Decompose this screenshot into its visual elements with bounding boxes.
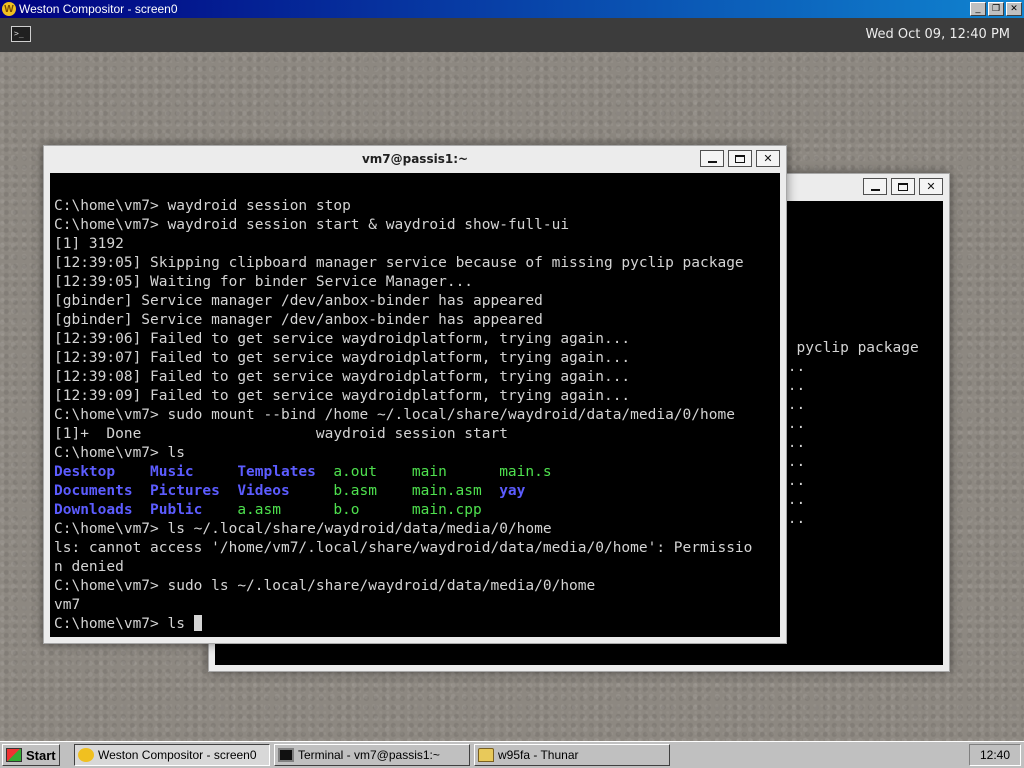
ls-entry: b.o bbox=[333, 502, 360, 518]
maximize-icon bbox=[898, 182, 908, 191]
background-maximize-button[interactable] bbox=[891, 178, 915, 195]
terminal-line: C:\home\vm7> waydroid session start & wa… bbox=[54, 217, 570, 233]
foreground-window-title: vm7@passis1:~ bbox=[361, 152, 469, 166]
taskbar-item-label: Terminal - vm7@passis1:~ bbox=[298, 748, 440, 762]
panel-clock: Wed Oct 09, 12:40 PM bbox=[865, 27, 1010, 42]
ls-entry: yay bbox=[499, 483, 526, 499]
terminal-line: [12:39:09] Failed to get service waydroi… bbox=[54, 388, 631, 404]
ls-entry: Documents bbox=[54, 483, 133, 499]
ls-entry: main bbox=[411, 464, 447, 480]
terminal-cursor bbox=[193, 615, 202, 631]
terminal-line: g pyclip package bbox=[779, 340, 919, 356]
start-button[interactable]: Start bbox=[2, 744, 60, 766]
maximize-icon bbox=[735, 154, 745, 163]
terminal-line: ... bbox=[779, 397, 806, 413]
ls-entry: b.asm bbox=[333, 483, 377, 499]
ls-output-row: Downloads Public a.asm b.o main.cpp bbox=[54, 501, 780, 520]
taskbar-item-weston[interactable]: Weston Compositor - screen0 bbox=[74, 744, 270, 766]
terminal-line: vm7 bbox=[54, 597, 81, 613]
system-tray-clock: 12:40 bbox=[969, 744, 1021, 766]
host-window-titlebar: W Weston Compositor - screen0 _ ❐ ✕ bbox=[0, 0, 1024, 18]
folder-icon bbox=[478, 748, 494, 762]
terminal-line: ... bbox=[779, 492, 806, 508]
terminal-line: ... bbox=[779, 416, 806, 432]
ls-entry: Pictures bbox=[150, 483, 220, 499]
background-minimize-button[interactable] bbox=[863, 178, 887, 195]
ls-entry: Music bbox=[150, 464, 194, 480]
taskbar-item-label: w95fa - Thunar bbox=[498, 748, 579, 762]
taskbar: Start Weston Compositor - screen0 Termin… bbox=[0, 741, 1024, 768]
terminal-line: C:\home\vm7> waydroid session stop bbox=[54, 198, 351, 214]
terminal-line: ... bbox=[779, 473, 806, 489]
foreground-close-button[interactable]: ✕ bbox=[756, 150, 780, 167]
terminal-launcher-icon[interactable]: >_ bbox=[11, 26, 31, 42]
terminal-line: C:\home\vm7> sudo mount --bind /home ~/.… bbox=[54, 407, 735, 423]
taskbar-item-terminal[interactable]: Terminal - vm7@passis1:~ bbox=[274, 744, 470, 766]
minimize-icon bbox=[870, 188, 880, 191]
terminal-line: ls: cannot access '/home/vm7/.local/shar… bbox=[54, 540, 753, 556]
foreground-terminal-screen[interactable]: C:\home\vm7> waydroid session stop C:\hom… bbox=[50, 173, 780, 637]
taskbar-item-thunar[interactable]: w95fa - Thunar bbox=[474, 744, 670, 766]
foreground-terminal-window[interactable]: vm7@passis1:~ ✕ C:\home\vm7> waydroid se… bbox=[43, 145, 787, 644]
ls-entry: Downloads bbox=[54, 502, 133, 518]
minimize-icon bbox=[707, 160, 717, 163]
weston-icon bbox=[78, 748, 94, 762]
terminal-line: [12:39:07] Failed to get service waydroi… bbox=[54, 350, 631, 366]
terminal-line: [12:39:08] Failed to get service waydroi… bbox=[54, 369, 631, 385]
host-close-button[interactable]: ✕ bbox=[1006, 2, 1022, 16]
terminal-line: ... bbox=[779, 511, 806, 527]
weston-panel: >_ Wed Oct 09, 12:40 PM bbox=[0, 18, 1024, 52]
host-minimize-button[interactable]: _ bbox=[970, 2, 986, 16]
terminal-line: [1] 3192 bbox=[54, 236, 124, 252]
terminal-line: ... bbox=[779, 359, 806, 375]
terminal-line: [12:39:05] Waiting for binder Service Ma… bbox=[54, 274, 474, 290]
host-window-title: Weston Compositor - screen0 bbox=[19, 2, 178, 16]
ls-entry: main.s bbox=[499, 464, 552, 480]
terminal-line: ... bbox=[779, 435, 806, 451]
ls-output-row: Documents Pictures Videos b.asm main.asm yay bbox=[54, 482, 780, 501]
ls-entry: main.cpp bbox=[411, 502, 482, 518]
foreground-maximize-button[interactable] bbox=[728, 150, 752, 167]
start-icon bbox=[6, 748, 22, 762]
terminal-line: [gbinder] Service manager /dev/anbox-bin… bbox=[54, 293, 543, 309]
background-terminal-text: g pyclip package........................… bbox=[779, 339, 919, 529]
terminal-icon bbox=[278, 748, 294, 762]
terminal-line: [1]+ Done waydroid session start bbox=[54, 426, 508, 442]
weston-app-icon: W bbox=[2, 2, 16, 16]
ls-entry: Templates bbox=[237, 464, 316, 480]
terminal-line: C:\home\vm7> sudo ls ~/.local/share/wayd… bbox=[54, 578, 596, 594]
terminal-line: C:\home\vm7> ls bbox=[54, 445, 185, 461]
terminal-line: [gbinder] Service manager /dev/anbox-bin… bbox=[54, 312, 543, 328]
ls-entry: Desktop bbox=[54, 464, 116, 480]
ls-output-row: Desktop Music Templates a.out main main.s bbox=[54, 463, 780, 482]
terminal-line: n denied bbox=[54, 559, 124, 575]
ls-entry: main.asm bbox=[411, 483, 482, 499]
terminal-line: ... bbox=[779, 454, 806, 470]
ls-entry: a.out bbox=[333, 464, 377, 480]
foreground-minimize-button[interactable] bbox=[700, 150, 724, 167]
taskbar-item-label: Weston Compositor - screen0 bbox=[98, 748, 257, 762]
terminal-line: C:\home\vm7> ls ~/.local/share/waydroid/… bbox=[54, 521, 552, 537]
terminal-line: [12:39:05] Skipping clipboard manager se… bbox=[54, 255, 744, 271]
host-restore-button[interactable]: ❐ bbox=[988, 2, 1004, 16]
terminal-prompt: C:\home\vm7> bbox=[54, 616, 168, 632]
terminal-input[interactable]: ls bbox=[168, 616, 185, 632]
ls-entry: Videos bbox=[237, 483, 290, 499]
ls-entry: a.asm bbox=[237, 502, 281, 518]
terminal-line: [12:39:06] Failed to get service waydroi… bbox=[54, 331, 631, 347]
start-label: Start bbox=[26, 747, 56, 763]
background-close-button[interactable]: ✕ bbox=[919, 178, 943, 195]
terminal-prompt-line[interactable]: C:\home\vm7> ls bbox=[54, 615, 780, 634]
terminal-line: ... bbox=[779, 378, 806, 394]
ls-entry: Public bbox=[150, 502, 203, 518]
